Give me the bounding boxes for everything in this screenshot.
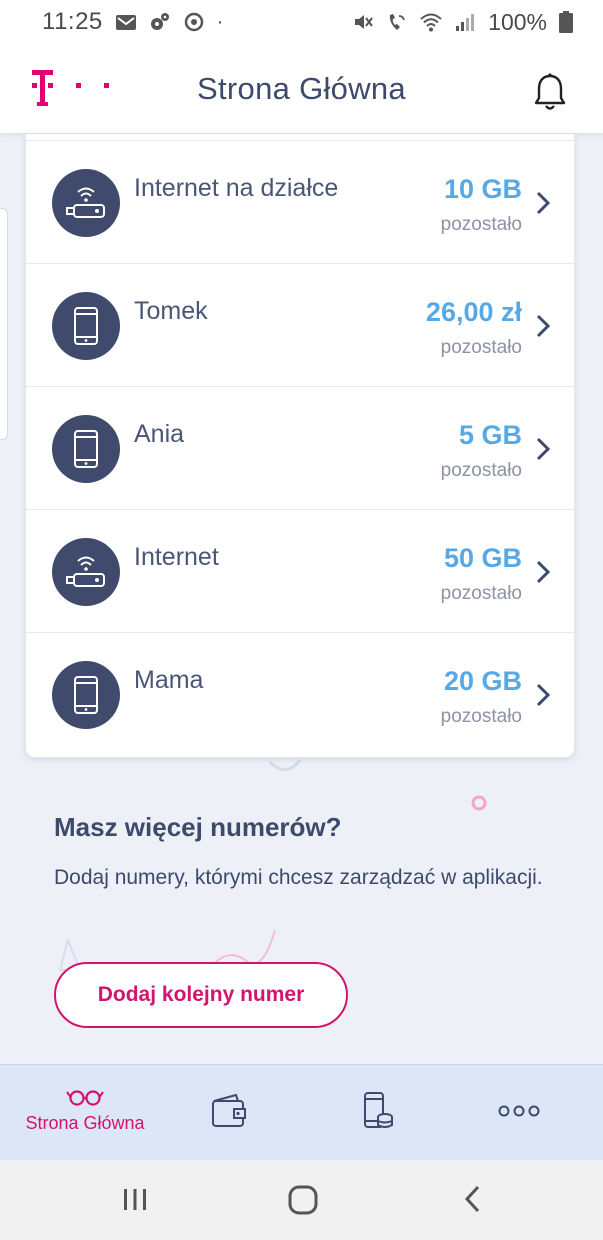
status-bar: 11:25 · 100% xyxy=(0,0,603,44)
line-remaining-label: pozostało xyxy=(440,337,522,358)
glasses-icon xyxy=(66,1090,104,1106)
list-item[interactable]: Tomek 26,00 zł pozostało xyxy=(26,263,576,386)
list-item[interactable]: Mama 20 GB pozostało xyxy=(26,632,576,755)
line-remaining-label: pozostało xyxy=(440,460,522,481)
line-value: 10 GB xyxy=(443,174,522,204)
line-value: 26,00 zł xyxy=(425,297,522,327)
nav-label: Strona Główna xyxy=(25,1113,145,1133)
chevron-right-icon xyxy=(536,191,550,215)
promo-title: Masz więcej numerów? xyxy=(54,812,342,842)
nav-item-home[interactable]: Strona Główna xyxy=(0,1065,170,1161)
line-remaining-label: pozostało xyxy=(440,706,522,727)
recent-apps-icon[interactable] xyxy=(120,1184,150,1214)
wifi-call-icon xyxy=(390,14,406,30)
list-item[interactable]: Internet 50 GB pozostało xyxy=(26,509,576,632)
list-item[interactable]: Internet na działce 10 GB pozostało xyxy=(26,140,576,263)
mute-icon xyxy=(355,15,373,29)
mail-icon xyxy=(115,15,136,30)
wifi-icon xyxy=(420,13,442,32)
chevron-right-icon xyxy=(536,314,550,338)
line-remaining-label: pozostało xyxy=(440,583,522,604)
router-icon xyxy=(52,169,120,237)
battery-percent: 100% xyxy=(488,8,547,35)
bottom-nav: Strona Główna xyxy=(0,1064,603,1160)
line-remaining-label: pozostało xyxy=(440,214,522,235)
numbers-card: Internet na działce 10 GB pozostało Tome… xyxy=(25,134,576,758)
notification-bell-icon[interactable] xyxy=(533,72,567,112)
system-nav-bar xyxy=(0,1160,603,1240)
chevron-right-icon xyxy=(536,560,550,584)
line-value: 5 GB xyxy=(458,420,522,450)
app-header: Strona Główna xyxy=(0,44,603,134)
phone-icon xyxy=(52,661,120,729)
more-icon xyxy=(498,1105,540,1117)
dot-icon: · xyxy=(216,10,224,33)
line-name: Mama xyxy=(134,666,204,694)
nav-item-wallet[interactable] xyxy=(170,1065,288,1161)
status-time: 11:25 xyxy=(42,8,103,35)
promo-text: Dodaj numery, którymi chcesz zarządzać w… xyxy=(54,866,543,889)
page-title: Strona Główna xyxy=(197,70,406,106)
line-name: Tomek xyxy=(134,297,208,325)
add-number-button[interactable]: Dodaj kolejny numer xyxy=(54,962,348,1028)
phone-icon xyxy=(52,292,120,360)
line-name: Ania xyxy=(134,420,185,448)
nav-item-services[interactable] xyxy=(318,1065,436,1161)
chevron-right-icon xyxy=(536,437,550,461)
list-item[interactable]: Ania 5 GB pozostało xyxy=(26,386,576,509)
telekom-logo-icon[interactable] xyxy=(30,68,112,108)
sync-icon xyxy=(184,12,204,32)
router-icon xyxy=(52,538,120,606)
phone-coins-icon xyxy=(364,1092,393,1128)
line-value: 50 GB xyxy=(443,543,522,573)
chevron-right-icon xyxy=(536,683,550,707)
signal-icon xyxy=(456,14,475,31)
phone-icon xyxy=(52,415,120,483)
back-icon[interactable] xyxy=(461,1184,485,1214)
line-name: Internet xyxy=(134,543,219,571)
home-icon[interactable] xyxy=(287,1184,319,1216)
gear-cluster-icon xyxy=(150,13,169,30)
wallet-icon xyxy=(212,1093,246,1127)
line-value: 20 GB xyxy=(443,666,522,696)
nav-item-more[interactable] xyxy=(460,1065,578,1161)
battery-icon xyxy=(559,11,573,33)
line-name: Internet na działce xyxy=(134,174,339,202)
side-card-edge xyxy=(0,208,8,440)
